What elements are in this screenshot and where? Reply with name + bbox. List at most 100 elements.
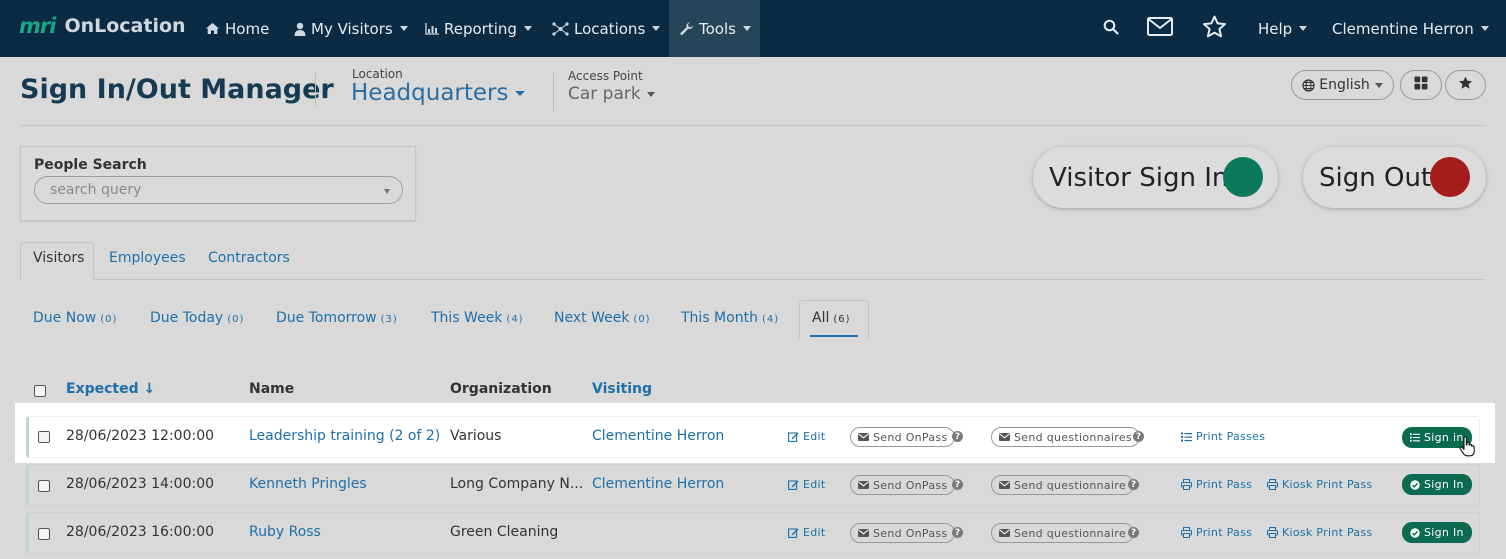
send-onpass-button[interactable]: Send OnPass [850,427,956,447]
row-visiting-link[interactable]: Clementine Herron [592,428,724,444]
help-icon[interactable]: ? [1128,527,1139,538]
sign-in-button[interactable]: Sign In [1402,474,1472,495]
filter-due-tomorrow[interactable]: Due Tomorrow (3) [276,310,398,326]
kiosk-print-pass-button[interactable]: Kiosk Print Pass [1267,478,1373,491]
nav-tools-label: Tools [699,19,736,38]
star-icon [1458,76,1473,94]
home-icon [205,22,220,35]
header-divider [315,73,316,107]
row-checkbox[interactable] [38,528,50,540]
filter-due-today[interactable]: Due Today (0) [150,310,244,326]
location-selector[interactable]: Headquarters [351,80,526,106]
chevron-down-icon [646,91,655,97]
nav-reporting[interactable]: Reporting [425,0,532,57]
help-icon[interactable]: ? [952,527,963,538]
filter-count: (3) [380,314,398,325]
favorite-page-button[interactable] [1445,70,1486,100]
print-passes-button[interactable]: Print Passes [1181,430,1265,443]
nav-my-visitors[interactable]: My Visitors [294,0,408,57]
nav-my-visitors-label: My Visitors [311,19,393,38]
row-organization: Green Cleaning [450,524,559,540]
filter-this-month[interactable]: This Month (4) [681,310,779,326]
row-organization: Various [450,428,502,444]
send-questionnaire-button[interactable]: Send questionnaire [991,523,1134,543]
row-visiting-link[interactable]: Clementine Herron [592,476,724,492]
language-selector[interactable]: English [1291,70,1394,100]
edit-button[interactable]: Edit [788,430,826,443]
favorites-button[interactable] [1202,0,1227,57]
visitor-sign-in-label: Visitor Sign In [1049,162,1229,193]
edit-label: Edit [803,478,826,491]
search-input[interactable]: search query [34,176,403,204]
nav-home[interactable]: Home [205,0,269,57]
chevron-down-icon [1480,26,1489,31]
row-name-link[interactable]: Leadership training (2 of 2) [249,428,440,444]
filter-all[interactable]: All (6) [812,310,851,326]
edit-label: Edit [803,526,826,539]
chevron-down-icon [384,189,390,194]
column-header-expected[interactable]: Expected ↓ [66,381,155,397]
column-header-name[interactable]: Name [249,381,294,397]
table-row[interactable] [26,464,1480,506]
help-icon[interactable]: ? [1128,479,1139,490]
row-checkbox[interactable] [38,480,50,492]
sign-out-button[interactable]: Sign Out [1303,147,1486,208]
tab-visitors[interactable]: Visitors [33,250,84,266]
nav-user-menu[interactable]: Clementine Herron [1332,0,1489,57]
tab-contractors[interactable]: Contractors [208,250,290,266]
header-divider [553,73,554,111]
access-point-selector[interactable]: Car park [568,84,655,104]
help-icon[interactable]: ? [1133,431,1144,442]
table-row[interactable] [26,512,1480,554]
tab-employees[interactable]: Employees [109,250,186,266]
filter-label: This Month [681,310,758,326]
select-all-checkbox[interactable] [34,385,46,397]
language-value: English [1319,77,1370,93]
nav-locations[interactable]: Locations [552,0,661,57]
envelope-icon [858,481,869,489]
filter-this-week[interactable]: This Week (4) [431,310,524,326]
nav-user-label: Clementine Herron [1332,19,1474,38]
printer-icon [1267,479,1278,490]
row-expected: 28/06/2023 16:00:00 [66,524,215,540]
row-name-link[interactable]: Kenneth Pringles [249,476,367,492]
visitor-sign-in-button[interactable]: Visitor Sign In [1033,147,1278,208]
print-pass-label: Print Pass [1196,478,1253,491]
column-header-visiting[interactable]: Visiting [592,381,652,397]
send-questionnaire-button[interactable]: Send questionnaire [991,475,1134,495]
header-rule [20,125,1486,126]
print-pass-button[interactable]: Print Pass [1181,478,1252,491]
envelope-icon [1147,17,1173,40]
app-logo[interactable]: mri OnLocation [19,14,186,38]
row-checkbox[interactable] [38,431,50,443]
help-icon[interactable]: ? [952,479,963,490]
sign-in-button[interactable]: Sign In [1402,522,1472,543]
edit-icon [788,431,799,442]
edit-button[interactable]: Edit [788,526,826,539]
print-passes-label: Print Passes [1196,430,1266,443]
column-header-organization[interactable]: Organization [450,381,552,397]
nav-help[interactable]: Help [1258,0,1308,57]
kiosk-print-pass-label: Kiosk Print Pass [1282,526,1373,539]
dashboard-button[interactable] [1400,70,1442,100]
nav-tools[interactable]: Tools [669,0,760,57]
user-icon [294,22,306,36]
print-pass-button[interactable]: Print Pass [1181,526,1252,539]
printer-icon [1181,479,1192,490]
messages-button[interactable] [1147,0,1173,57]
help-icon[interactable]: ? [952,431,963,442]
send-questionnaire-label: Send questionnaire [1014,478,1126,492]
filter-label: All [812,310,830,326]
filter-due-now[interactable]: Due Now (0) [33,310,117,326]
send-onpass-button[interactable]: Send OnPass [850,475,956,495]
edit-icon [788,479,799,490]
send-questionnaires-button[interactable]: Send questionnaires [991,427,1140,447]
row-name-link[interactable]: Ruby Ross [249,524,321,540]
row-expected: 28/06/2023 12:00:00 [66,428,215,444]
search-button[interactable] [1103,0,1119,57]
kiosk-print-pass-button[interactable]: Kiosk Print Pass [1267,526,1373,539]
filter-next-week[interactable]: Next Week (0) [554,310,651,326]
send-onpass-button[interactable]: Send OnPass [850,523,956,543]
network-icon [552,21,569,36]
edit-button[interactable]: Edit [788,478,826,491]
